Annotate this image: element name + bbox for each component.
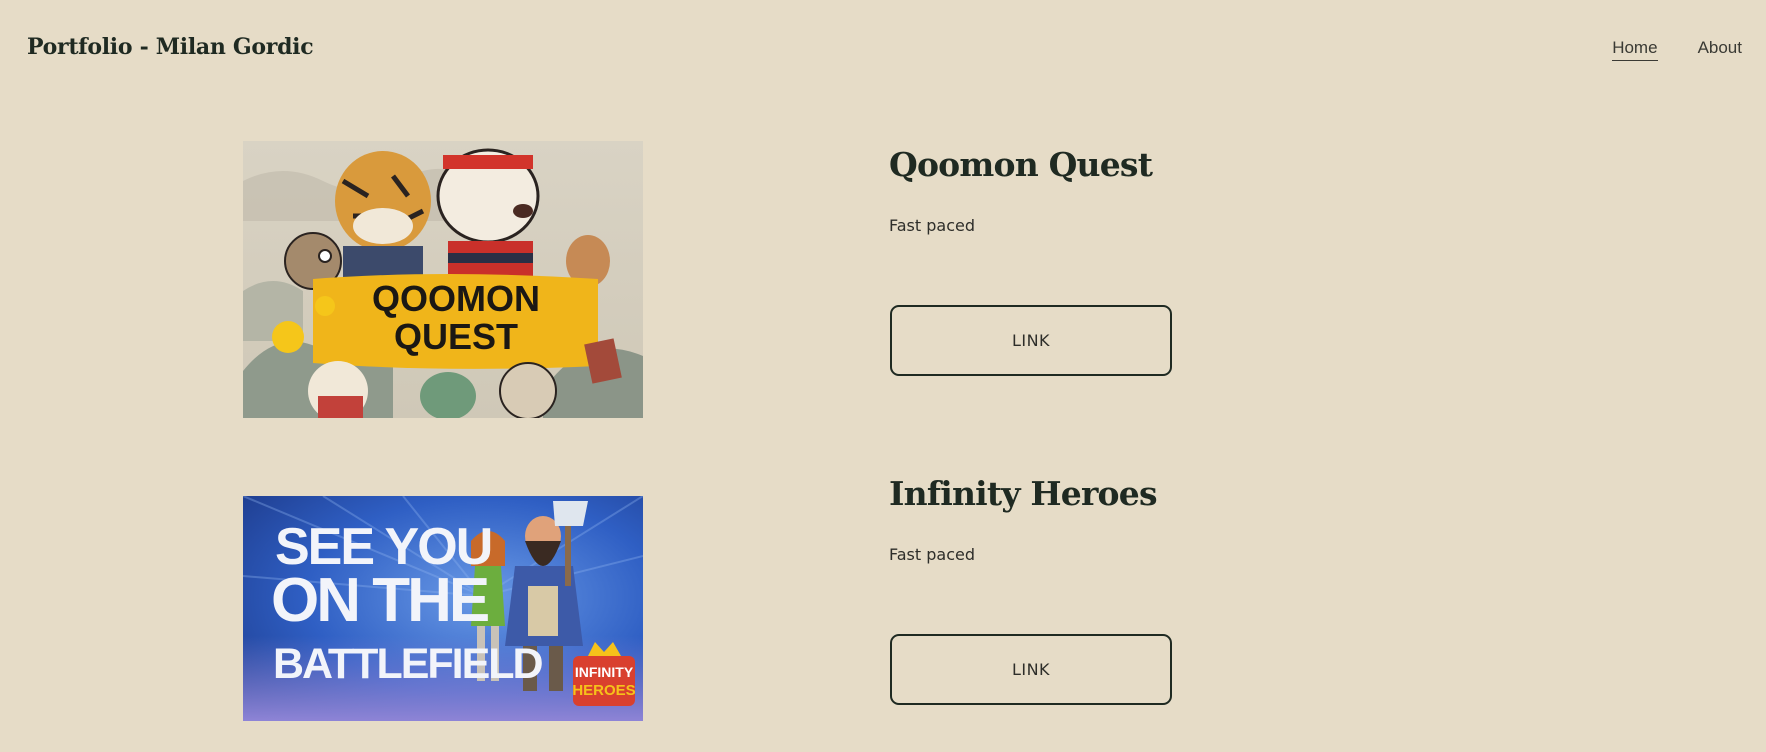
headline-line-3: BATTLEFIELD xyxy=(273,640,543,688)
nav-home-link[interactable]: Home xyxy=(1612,38,1658,61)
site-header: Portfolio - Milan Gordic Home About xyxy=(0,0,1766,100)
project-link-button[interactable]: LINK xyxy=(890,305,1172,376)
project-description: Fast paced xyxy=(889,545,975,564)
banner-line-1: QOOMON xyxy=(372,278,540,319)
project-thumbnail[interactable]: SEE YOU ON THE BATTLEFIELD INFINITY HERO… xyxy=(243,496,643,721)
project-thumbnail[interactable]: QOOMON QUEST xyxy=(243,141,643,418)
project-link-button[interactable]: LINK xyxy=(890,634,1172,705)
logo-line-1: INFINITY xyxy=(575,664,634,680)
banner-line-2: QUEST xyxy=(394,316,518,357)
project-title: Infinity Heroes xyxy=(889,474,1158,513)
project-description: Fast paced xyxy=(889,216,975,235)
main-nav: Home About xyxy=(1612,38,1742,61)
nav-about-link[interactable]: About xyxy=(1698,38,1742,61)
headline-line-2: ON THE xyxy=(271,566,488,635)
site-title[interactable]: Portfolio - Milan Gordic xyxy=(27,34,314,60)
project-title: Qoomon Quest xyxy=(889,145,1153,184)
logo-line-2: HEROES xyxy=(572,682,635,699)
